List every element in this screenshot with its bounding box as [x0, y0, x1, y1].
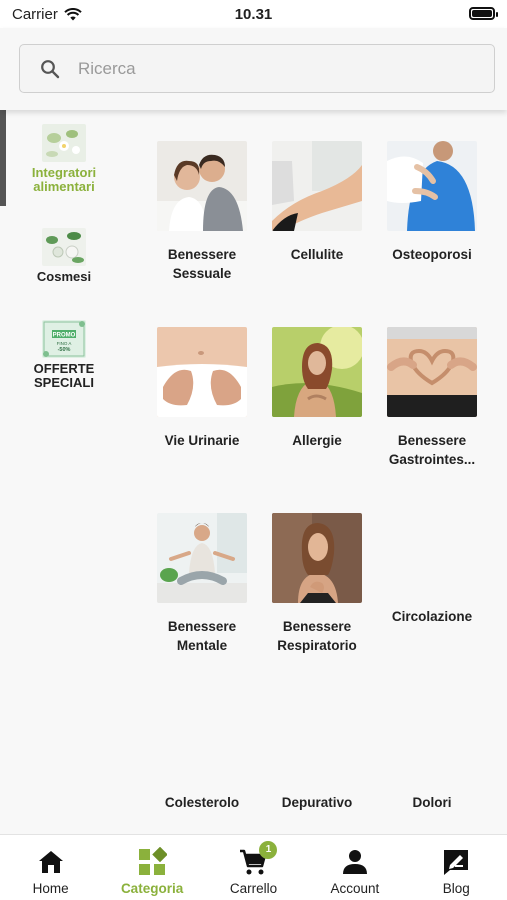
blog-icon — [444, 850, 469, 875]
category-allergie[interactable]: Allergie — [260, 327, 374, 450]
category-sidebar: Integratori alimentari Cosmesi PROMO FIN… — [0, 110, 128, 834]
nav-categoria[interactable]: Categoria — [102, 847, 202, 896]
status-bar: Carrier 10.31 — [0, 0, 507, 28]
category-image — [387, 141, 477, 231]
category-image — [157, 513, 247, 603]
category-cellulite[interactable]: Cellulite — [260, 141, 374, 264]
search-icon — [41, 59, 60, 78]
carrier: Carrier — [12, 6, 82, 23]
sidebar-item-label: OFFERTE SPECIALI — [33, 361, 95, 390]
category-image — [272, 141, 362, 231]
category-benessere-respiratorio[interactable]: Benessere Respiratorio — [260, 513, 374, 655]
category-label: Dolori — [412, 795, 452, 810]
account-icon — [342, 850, 367, 874]
category-benessere-gastrointestinale[interactable]: Benessere Gastrointes... — [375, 327, 489, 469]
category-label: Colesterolo — [164, 795, 240, 810]
promo-line-2: -50% — [58, 347, 71, 353]
category-label: Osteoporosi — [392, 247, 472, 262]
nav-carrello-label: Carrello — [229, 881, 278, 896]
category-grid: Benessere Sessuale Cellulite Osteoporosi… — [128, 110, 507, 834]
category-label: Cellulite — [290, 247, 344, 262]
category-benessere-sessuale[interactable]: Benessere Sessuale — [145, 141, 259, 283]
integratori-thumbnail — [42, 124, 86, 162]
category-image — [387, 327, 477, 417]
category-label: Benessere Gastrointes... — [388, 433, 476, 467]
nav-blog[interactable]: Blog — [406, 847, 506, 896]
search-bar[interactable] — [19, 44, 495, 93]
category-depurativo[interactable]: Depurativo — [260, 793, 374, 812]
sidebar-item-label: Cosmesi — [36, 269, 92, 284]
nav-blog-label: Blog — [442, 881, 470, 896]
nav-account-label: Account — [330, 881, 380, 896]
category-label: Benessere Respiratorio — [277, 619, 357, 653]
nav-account[interactable]: Account — [305, 847, 405, 896]
category-image — [157, 327, 247, 417]
category-label: Circolazione — [391, 609, 473, 624]
nav-categoria-label: Categoria — [120, 881, 184, 896]
category-colesterolo[interactable]: Colesterolo — [145, 793, 259, 812]
cosmesi-thumbnail — [42, 228, 86, 266]
nav-home[interactable]: Home — [1, 847, 101, 896]
battery-icon — [469, 7, 498, 20]
category-label: Vie Urinarie — [164, 433, 240, 448]
category-icon — [139, 847, 168, 875]
category-image — [272, 327, 362, 417]
category-image — [157, 141, 247, 231]
promo-badge-text: PROMO — [53, 333, 76, 339]
promo-line-1: FINO A — [57, 341, 72, 346]
category-vie-urinarie[interactable]: Vie Urinarie — [145, 327, 259, 450]
sidebar-item-integratori[interactable]: Integratori alimentari — [0, 124, 128, 194]
category-benessere-mentale[interactable]: Benessere Mentale — [145, 513, 259, 655]
nav-carrello[interactable]: 1 Carrello — [203, 841, 303, 896]
sidebar-item-label: Integratori alimentari — [31, 165, 97, 194]
nav-home-label: Home — [32, 881, 69, 896]
bottom-navigation: Home Categoria 1 Carrello Account Blog — [0, 834, 507, 900]
category-image — [272, 513, 362, 603]
category-label: Benessere Mentale — [167, 619, 237, 653]
home-icon — [38, 851, 63, 873]
search-header — [0, 28, 507, 110]
category-dolori[interactable]: Dolori — [375, 793, 489, 812]
category-osteoporosi[interactable]: Osteoporosi — [375, 141, 489, 264]
cart-badge: 1 — [259, 841, 278, 859]
category-circolazione[interactable]: Circolazione — [375, 607, 489, 626]
sidebar-item-offerte[interactable]: PROMO FINO A -50% OFFERTE SPECIALI — [0, 320, 128, 390]
wifi-icon — [64, 7, 82, 20]
carrier-label: Carrier — [12, 5, 58, 23]
category-label: Benessere Sessuale — [167, 247, 237, 281]
category-label: Allergie — [292, 433, 342, 448]
offerte-thumbnail: PROMO FINO A -50% — [42, 320, 86, 358]
search-input[interactable] — [78, 58, 458, 79]
sidebar-item-cosmesi[interactable]: Cosmesi — [0, 228, 128, 284]
category-label: Depurativo — [281, 795, 353, 810]
